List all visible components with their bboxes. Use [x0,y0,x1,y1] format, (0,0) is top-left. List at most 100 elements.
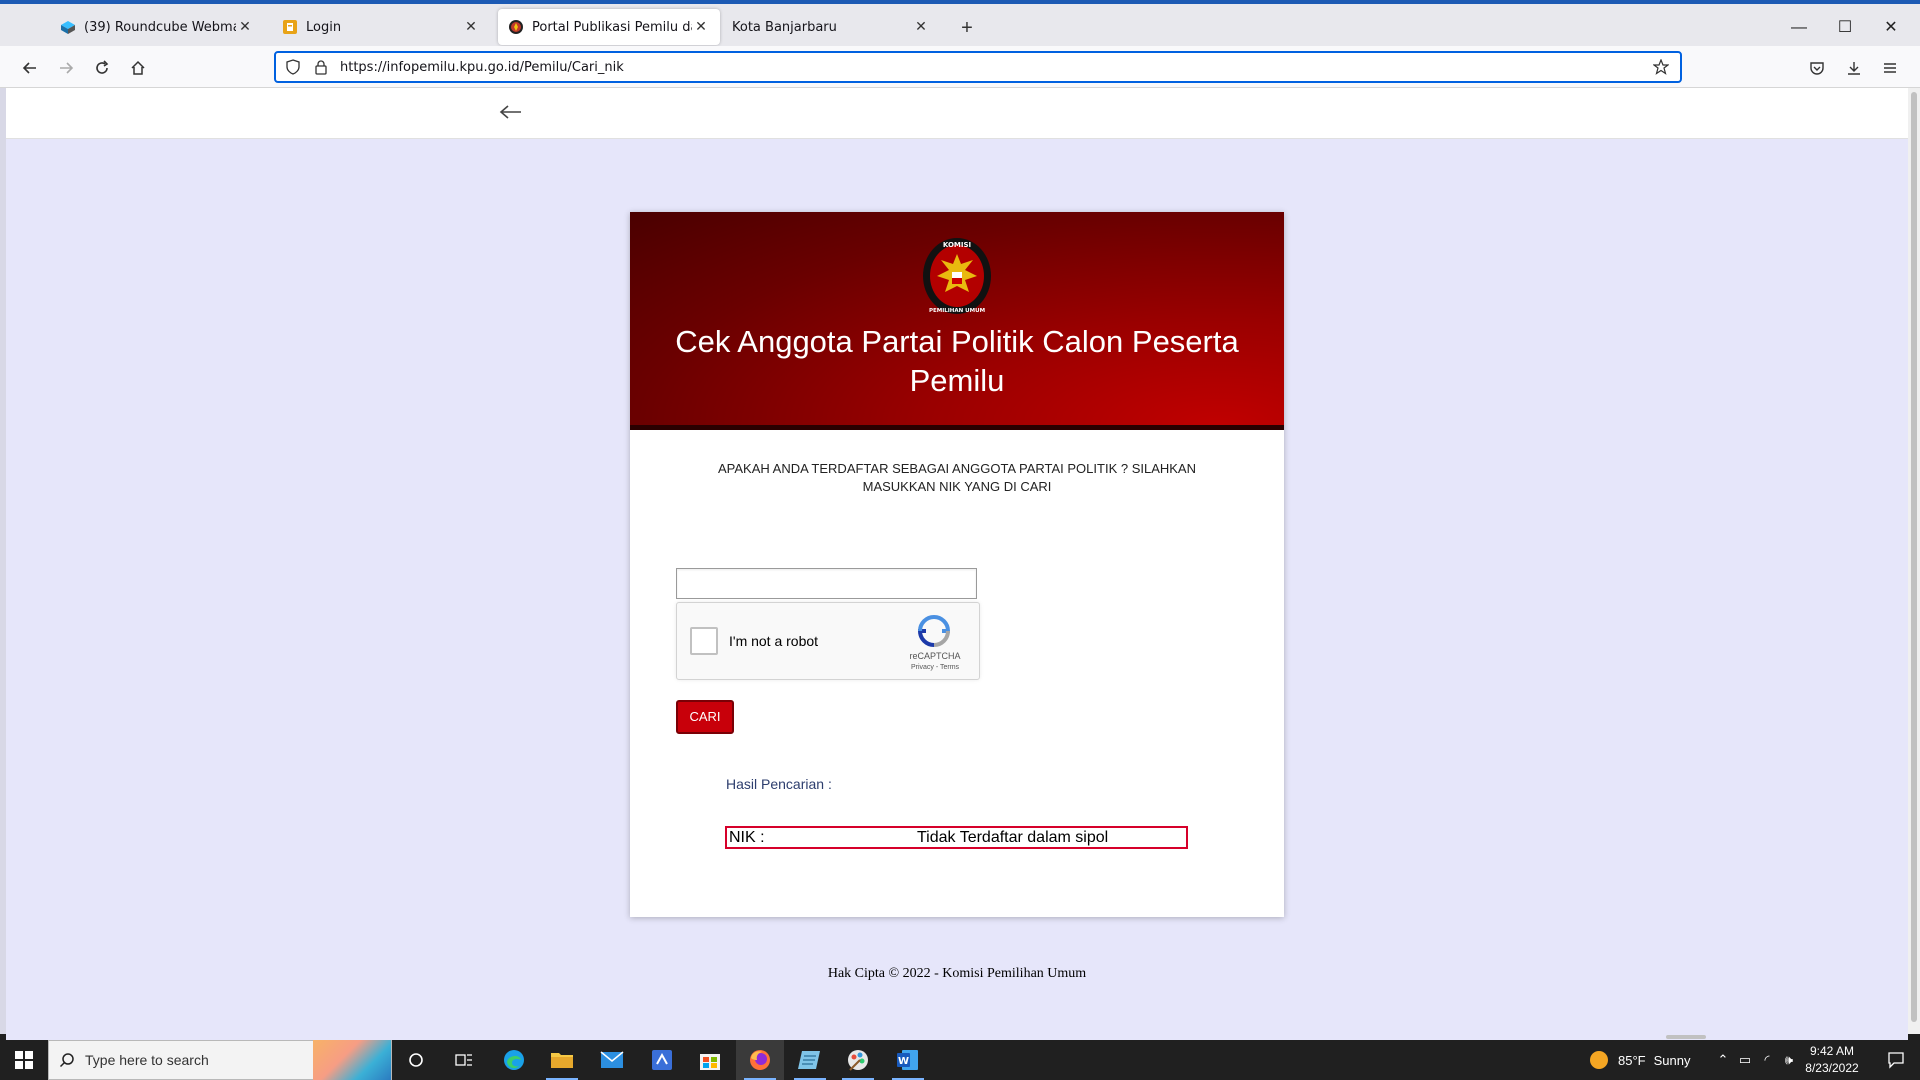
cortana-button[interactable] [392,1040,440,1080]
recaptcha-widget: I'm not a robot reCAPTCHA Privacy - Term… [676,602,980,680]
notes-app[interactable] [786,1040,834,1080]
url-text[interactable]: https://infopemilu.kpu.go.id/Pemilu/Cari… [340,60,1650,75]
arrow-right-icon [60,62,74,74]
nik-input[interactable] [676,568,977,599]
downloads-button[interactable] [1840,54,1868,82]
close-tab-icon[interactable]: ✕ [236,19,254,35]
recaptcha-privacy-terms-link[interactable]: Privacy - Terms [903,664,967,671]
scrollbar-thumb[interactable] [1911,92,1917,1022]
start-button[interactable] [0,1040,48,1080]
file-explorer-app[interactable] [538,1040,586,1080]
edge-app[interactable] [490,1040,538,1080]
forward-button[interactable] [52,54,80,82]
search-placeholder: Type here to search [85,1052,209,1068]
result-label: Hasil Pencarian : [726,776,832,792]
reload-icon [96,60,109,74]
paint-app[interactable] [834,1040,882,1080]
tab-label: Portal Publikasi Pemilu dan Pemilihan [532,19,692,35]
lock-icon[interactable] [310,56,332,78]
shield-icon[interactable] [282,56,304,78]
back-button[interactable] [16,54,44,82]
paint-icon [848,1050,868,1071]
instruction-text: APAKAH ANDA TERDAFTAR SEBAGAI ANGGOTA PA… [717,461,1196,494]
horizontal-scrollbar-thumb[interactable] [1666,1035,1706,1039]
maximize-button[interactable]: ☐ [1822,14,1868,42]
pocket-icon [1810,62,1824,75]
clock-time: 9:42 AM [1809,1044,1855,1058]
task-view-icon [455,1054,472,1066]
word-app[interactable]: W [884,1040,932,1080]
svg-text:PEMILIHAN UMUM: PEMILIHAN UMUM [929,308,985,314]
roundcube-icon [60,19,76,35]
system-tray: ⌃ ▭ ◜ 🕪 [1712,1040,1800,1080]
chevron-up-icon[interactable]: ⌃ [1712,1052,1734,1068]
result-box: NIK : Tidak Terdaftar dalam sipol [725,826,1188,849]
arrow-left-icon [22,62,36,74]
tab-portal-publikasi[interactable]: Portal Publikasi Pemilu dan Pemilihan ✕ [498,9,720,45]
tab-label: (39) Roundcube Webmail :: Kota Banjarbar… [84,19,236,35]
close-tab-icon[interactable]: ✕ [692,19,710,35]
menu-button[interactable] [1876,54,1904,82]
new-tab-button[interactable]: + [955,16,979,40]
search-button[interactable]: CARI [676,700,734,734]
taskbar-search-box[interactable]: Type here to search [48,1040,392,1080]
firefox-app[interactable] [736,1040,784,1080]
mail-icon [600,1051,624,1068]
task-view-button[interactable] [440,1040,488,1080]
result-status: Tidak Terdaftar dalam sipol [917,829,1109,846]
recaptcha-icon [917,615,951,647]
arrow-left-icon [499,105,521,119]
tab-roundcube[interactable]: (39) Roundcube Webmail :: Kota Banjarbar… [50,9,264,45]
tab-login[interactable]: Login ✕ [272,9,490,45]
minimize-button[interactable]: — [1776,14,1822,42]
close-tab-icon[interactable]: ✕ [462,19,480,35]
notification-center-button[interactable] [1872,1040,1920,1080]
weather-temp: 85°F [1618,1052,1646,1068]
tab-kota-banjarbaru[interactable]: Kota Banjarbaru ✕ [722,9,940,45]
svg-text:KOMISI: KOMISI [943,241,971,249]
kpu-logo: KOMISI PEMILIHAN UMUM [923,238,991,314]
clock-date: 8/23/2022 [1805,1061,1859,1075]
store-icon [700,1054,720,1070]
calendar-app[interactable] [638,1040,686,1080]
reload-button[interactable] [88,54,116,82]
meet-now-icon[interactable]: ▭ [1734,1052,1756,1068]
page-title: Cek Anggota Partai Politik Calon Peserta… [675,324,1239,398]
recaptcha-brand: reCAPTCHA [909,651,961,661]
notepad-icon [798,1051,820,1069]
system-clock[interactable]: 9:42 AM 8/23/2022 [1800,1043,1864,1077]
volume-icon[interactable]: 🕪 [1778,1052,1800,1068]
weather-condition: Sunny [1653,1052,1691,1068]
close-window-button[interactable]: ✕ [1868,14,1914,42]
page-back-button[interactable] [496,100,526,124]
mail-app[interactable] [588,1040,636,1080]
tab-bar: (39) Roundcube Webmail :: Kota Banjarbar… [0,4,1920,46]
search-highlight-image [313,1040,391,1080]
notification-icon [1888,1052,1904,1069]
weather-widget[interactable]: 85°F Sunny [1590,1040,1690,1080]
home-button[interactable] [124,54,152,82]
page-footer: Hak Cipta © 2022 - Komisi Pemilihan Umum [827,966,1087,981]
network-icon[interactable]: ◜ [1756,1052,1778,1068]
store-app[interactable] [686,1040,734,1080]
page-viewport: KOMISI PEMILIHAN UMUM Cek Anggota Partai… [6,88,1908,1034]
windows-taskbar: Type here to search W 85°F Sunny ⌃ ▭ ◜ 🕪… [0,1040,1920,1080]
address-bar[interactable]: https://infopemilu.kpu.go.id/Pemilu/Cari… [274,51,1682,83]
navigation-toolbar: https://infopemilu.kpu.go.id/Pemilu/Cari… [0,46,1920,88]
word-icon: W [897,1050,918,1070]
app-icon [652,1050,672,1070]
search-icon [49,1052,85,1068]
kpu-icon [508,19,524,35]
bookmark-star-icon[interactable] [1650,59,1672,75]
pocket-button[interactable] [1803,54,1831,82]
close-tab-icon[interactable]: ✕ [912,19,930,35]
recaptcha-checkbox[interactable] [690,627,718,655]
tab-label: Login [306,19,342,35]
sun-icon [1590,1051,1608,1069]
vertical-scrollbar[interactable] [1908,88,1920,1034]
cortana-icon [409,1053,423,1067]
folder-icon [551,1053,573,1068]
tab-label: Kota Banjarbaru [732,19,837,35]
edge-icon [504,1050,524,1070]
hamburger-icon [1884,63,1896,73]
